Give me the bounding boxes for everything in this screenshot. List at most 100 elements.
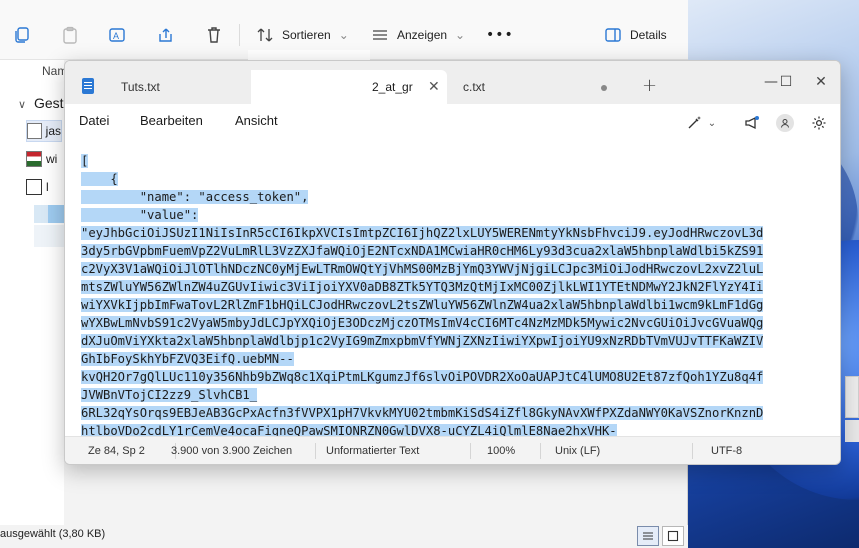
close-icon[interactable]: ✕: [428, 78, 440, 95]
text-line[interactable]: wYXBwLmNvbS91c2VyaW5mbyJdLCJpYXQiOjE3ODc…: [81, 314, 764, 332]
selection-status: ausgewählt (3,80 KB): [0, 528, 106, 540]
text-format[interactable]: Unformatierter Text: [326, 445, 419, 457]
encoding[interactable]: UTF-8: [711, 445, 742, 457]
sort-button[interactable]: Sortieren ⌄: [256, 20, 349, 50]
details-view-button[interactable]: [637, 526, 659, 546]
text-line[interactable]: htlboVDo2cdLY1rCemVe4ocaFigneQPawSMIONRZ…: [81, 422, 763, 436]
scrollbar-thumb[interactable]: [845, 376, 859, 418]
megaphone-icon: [745, 116, 759, 130]
settings-button[interactable]: [807, 111, 831, 135]
tab-label: Tuts.txt: [121, 80, 160, 94]
menu-file[interactable]: Datei: [79, 113, 109, 128]
tab-label: c.txt: [463, 80, 486, 94]
tiles-view-button[interactable]: [662, 526, 684, 546]
file-row[interactable]: jas: [26, 120, 62, 142]
selected-text: c2VyX3V1aWQiOiJlOTlhNDczNC0yMjEwLTRmOWQt…: [81, 262, 764, 276]
menu-view[interactable]: Ansicht: [235, 113, 278, 128]
chevron-down-icon[interactable]: ⌄: [705, 111, 719, 135]
text-line[interactable]: wiYXVkIjpbImFwaTovL2RlZmF1bHQiLCJodHRwcz…: [81, 296, 764, 314]
text-line[interactable]: kvQH2Or7gQlLUc110y356Nhb9bZWq8c1XqiPtmLK…: [81, 368, 764, 386]
status-divider: [470, 443, 471, 459]
notepad-window: Tuts.txt 2_at_gr ✕ c.txt + — ☐ ✕ Datei B…: [64, 60, 841, 465]
text-line[interactable]: GhIbFoySkhYbFZVQ3EifQ.uebMN--: [81, 350, 763, 368]
text-line[interactable]: mtsZWluYW56ZWlnZW4uZGUvIiwic3ViIjoiYXV0a…: [81, 278, 764, 296]
file-name: wi: [46, 152, 58, 166]
view-label: Anzeigen: [397, 28, 448, 42]
selected-text: JVWBnVTojCI2zz9_SlvhCB1_: [81, 388, 258, 402]
menu-bar: Datei Bearbeiten Ansicht ⌄: [65, 104, 840, 138]
text-line[interactable]: c2VyX3V1aWQiOiJlOTlhNDczNC0yMjEwLTRmOWQt…: [81, 260, 764, 278]
editor-content[interactable]: [ { "name": "access_token", "value": "eyJ…: [81, 152, 764, 436]
chevron-down-icon: ⌄: [338, 28, 349, 42]
archive-icon: [26, 151, 42, 167]
text-line[interactable]: "eyJhbGciOiJSUzI1NiIsInR5cCI6IkpXVCIsImt…: [81, 224, 764, 242]
selected-text: htlboVDo2cdLY1rCemVe4ocaFigneQPawSMIONRZ…: [81, 424, 617, 436]
zoom-level[interactable]: 100%: [487, 445, 515, 457]
group-header[interactable]: ∨ Gest: [18, 95, 64, 111]
share-icon: [159, 28, 172, 42]
text-line[interactable]: JVWBnVTojCI2zz9_SlvhCB1_: [81, 386, 763, 404]
text-line[interactable]: "value":: [81, 206, 763, 224]
gear-icon: [812, 116, 826, 130]
text-line[interactable]: dXJuOmViYXkta2xlaW5hbnplaWdlbjp1c2VyIG9m…: [81, 332, 764, 350]
account-button[interactable]: [773, 111, 797, 135]
paste-button[interactable]: [61, 20, 79, 50]
unsaved-dot-icon: [601, 85, 607, 91]
copy-button[interactable]: [13, 20, 31, 50]
close-window-button[interactable]: ✕: [803, 67, 839, 97]
selected-text: kvQH2Or7gQlLUc110y356Nhb9bZWq8c1XqiPtmLK…: [81, 370, 764, 384]
file-row[interactable]: l: [26, 176, 62, 198]
trash-icon: [208, 27, 220, 43]
text-line[interactable]: 6RL32qYsOrqs9EBJeAB3GcPxAcfn3fVVPX1pH7Vk…: [81, 404, 764, 422]
cursor-position: Ze 84, Sp 2: [88, 445, 145, 457]
menu-edit[interactable]: Bearbeiten: [140, 113, 203, 128]
tab-active[interactable]: 2_at_gr ✕: [365, 70, 447, 104]
text-line[interactable]: {: [81, 170, 763, 188]
title-bar: Tuts.txt 2_at_gr ✕ c.txt + — ☐ ✕: [65, 61, 840, 104]
explorer-status-bar: ausgewählt (3,80 KB): [0, 525, 688, 548]
group-label: Gest: [33, 95, 64, 111]
tab-c[interactable]: c.txt: [449, 70, 619, 104]
text-line[interactable]: "name": "access_token",: [81, 188, 763, 206]
selected-text: mtsZWluYW56ZWlnZW4uZGUvIiwic3ViIjoiYXV0a…: [81, 280, 764, 294]
file-name: jas: [45, 124, 61, 138]
text-line[interactable]: 3dy5rbGVpbmFuemVpZ2VuLmRlL3VzZXJfaWQiOjE…: [81, 242, 764, 260]
status-bar: Ze 84, Sp 2 3.900 von 3.900 Zeichen Unfo…: [65, 436, 840, 464]
chevron-down-icon: ⌄: [455, 28, 466, 42]
sort-icon: [257, 28, 273, 42]
redacted-area: [251, 70, 371, 104]
text-editor[interactable]: [ { "name": "access_token", "value": "eyJ…: [65, 138, 840, 436]
status-divider: [315, 443, 316, 459]
toolbar-divider: [239, 24, 240, 46]
status-divider: [540, 443, 541, 459]
view-button[interactable]: Anzeigen ⌄: [371, 20, 465, 50]
selected-text: 3dy5rbGVpbmFuemVpZ2VuLmRlL3VzZXJfaWQiOjE…: [81, 244, 764, 258]
delete-button[interactable]: [205, 20, 223, 50]
details-label: Details: [630, 28, 667, 42]
new-tab-button[interactable]: +: [642, 75, 657, 96]
notifications-button[interactable]: [740, 111, 764, 135]
tab-label: 2_at_gr: [372, 80, 413, 94]
avatar-icon: [776, 114, 794, 132]
copilot-write-button[interactable]: [682, 111, 706, 135]
selected-text: "eyJhbGciOiJSUzI1NiIsInR5cCI6IkpXVCIsImt…: [81, 226, 764, 240]
tab-tuts[interactable]: Tuts.txt: [107, 70, 247, 104]
text-line[interactable]: [: [81, 152, 763, 170]
sort-label: Sortieren: [282, 28, 331, 42]
line-ending[interactable]: Unix (LF): [555, 445, 600, 457]
image-icon: [26, 179, 42, 195]
svg-text:A: A: [113, 31, 119, 41]
view-icon: [373, 30, 387, 40]
more-options-button[interactable]: •••: [486, 20, 514, 50]
rename-button[interactable]: A: [108, 20, 126, 50]
redacted-area: [34, 225, 64, 247]
details-button[interactable]: Details: [604, 20, 667, 50]
share-button[interactable]: [157, 20, 175, 50]
maximize-button[interactable]: ☐: [771, 67, 801, 97]
selected-text: wYXBwLmNvbS91c2VyaW5mbyJdLCJpYXQiOjE3ODc…: [81, 316, 764, 330]
notepad-app-icon: [82, 78, 94, 94]
text-file-icon: [27, 123, 42, 139]
file-row[interactable]: wi: [26, 148, 62, 170]
scrollbar-track[interactable]: [845, 420, 859, 442]
file-name: l: [46, 180, 49, 194]
